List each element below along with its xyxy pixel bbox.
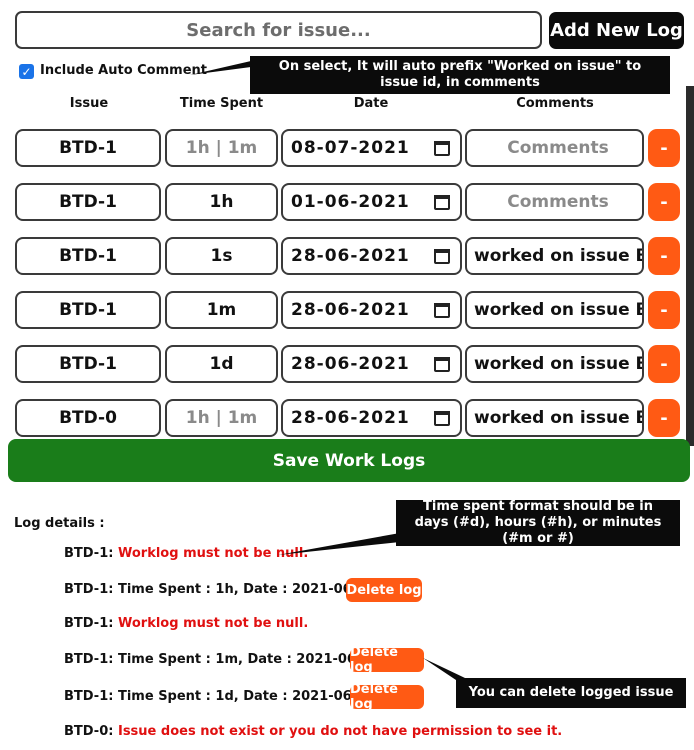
scrollbar[interactable] — [686, 86, 694, 446]
calendar-icon[interactable] — [434, 248, 450, 264]
log-entry: BTD-1: Worklog must not be null. — [64, 546, 308, 561]
time-spent-input[interactable]: 1h — [165, 183, 278, 221]
date-input[interactable]: 28-06-2021 — [281, 399, 462, 437]
comment-input[interactable]: worked on issue BTD — [465, 399, 644, 437]
tooltip-delete-hint: You can delete logged issue — [456, 678, 686, 708]
log-error-message: Issue does not exist or you do not have … — [117, 724, 563, 739]
date-input[interactable]: 28-06-2021 — [281, 237, 462, 275]
comment-input[interactable]: Comments — [465, 129, 644, 167]
date-value: 28-06-2021 — [291, 408, 410, 428]
date-value: 08-07-2021 — [291, 138, 410, 158]
issue-input[interactable]: BTD-1 — [15, 129, 161, 167]
date-value: 28-06-2021 — [291, 246, 410, 266]
issue-input[interactable]: BTD-0 — [15, 399, 161, 437]
log-entry: BTD-1: Time Spent : 1h, Date : 2021-06-0… — [64, 582, 375, 597]
calendar-icon[interactable] — [434, 194, 450, 210]
log-entry: BTD-1: Time Spent : 1d, Date : 2021-06-2… — [64, 689, 375, 704]
time-spent-input[interactable]: 1h | 1m — [165, 129, 278, 167]
time-spent-input[interactable]: 1s — [165, 237, 278, 275]
log-success-message: Time Spent : 1m, Date : 2021-06-28 — [117, 652, 380, 667]
date-input[interactable]: 28-06-2021 — [281, 291, 462, 329]
issue-input[interactable]: BTD-1 — [15, 291, 161, 329]
log-success-message: Time Spent : 1d, Date : 2021-06-28 — [117, 689, 376, 704]
log-entry: BTD-1: Time Spent : 1m, Date : 2021-06-2… — [64, 652, 379, 667]
header-issue: Issue — [69, 96, 109, 111]
header-time-spent: Time Spent — [179, 96, 264, 111]
include-auto-comment-checkbox[interactable]: ✓ — [19, 64, 34, 79]
save-work-logs-button[interactable]: Save Work Logs — [8, 439, 690, 482]
issue-input[interactable]: BTD-1 — [15, 237, 161, 275]
remove-row-button[interactable]: - — [648, 291, 680, 329]
log-entry: BTD-1: Worklog must not be null. — [64, 616, 308, 631]
include-auto-comment-label: Include Auto Comment — [40, 63, 207, 78]
log-issue-id: BTD-1: — [64, 582, 114, 597]
date-input[interactable]: 08-07-2021 — [281, 129, 462, 167]
date-value: 01-06-2021 — [291, 192, 410, 212]
remove-row-button[interactable]: - — [648, 129, 680, 167]
remove-row-button[interactable]: - — [648, 345, 680, 383]
log-success-message: Time Spent : 1h, Date : 2021-06-01 — [117, 582, 376, 597]
comment-input[interactable]: worked on issue BTD — [465, 291, 644, 329]
time-spent-input[interactable]: 1h | 1m — [165, 399, 278, 437]
calendar-icon[interactable] — [434, 140, 450, 156]
delete-log-button[interactable]: Delete log — [350, 682, 424, 712]
comment-input[interactable]: worked on issue BTD — [465, 345, 644, 383]
issue-input[interactable]: BTD-1 — [15, 183, 161, 221]
calendar-icon[interactable] — [434, 302, 450, 318]
log-issue-id: BTD-1: — [64, 546, 114, 561]
tooltip-auto-prefix: On select, It will auto prefix "Worked o… — [250, 56, 670, 94]
check-icon: ✓ — [21, 64, 32, 79]
time-spent-input[interactable]: 1m — [165, 291, 278, 329]
calendar-icon[interactable] — [434, 356, 450, 372]
log-issue-id: BTD-1: — [64, 652, 114, 667]
add-new-log-button[interactable]: Add New Log — [549, 12, 684, 49]
comment-input[interactable]: worked on issue BTD — [465, 237, 644, 275]
tooltip-time-format: Time spent format should be in days (#d)… — [396, 499, 680, 546]
date-input[interactable]: 28-06-2021 — [281, 345, 462, 383]
comment-input[interactable]: Comments — [465, 183, 644, 221]
time-spent-input[interactable]: 1d — [165, 345, 278, 383]
date-input[interactable]: 01-06-2021 — [281, 183, 462, 221]
header-comments: Comments — [516, 96, 594, 111]
log-issue-id: BTD-0: — [64, 724, 114, 739]
delete-log-button[interactable]: Delete log — [350, 645, 424, 675]
log-issue-id: BTD-1: — [64, 616, 114, 631]
header-date: Date — [353, 96, 389, 111]
calendar-icon[interactable] — [434, 410, 450, 426]
tooltip-pointer — [278, 533, 400, 555]
remove-row-button[interactable]: - — [648, 237, 680, 275]
remove-row-button[interactable]: - — [648, 399, 680, 437]
log-issue-id: BTD-1: — [64, 689, 114, 704]
remove-row-button[interactable]: - — [648, 183, 680, 221]
log-details-title: Log details : — [14, 516, 105, 531]
date-value: 28-06-2021 — [291, 354, 410, 374]
issue-input[interactable]: BTD-1 — [15, 345, 161, 383]
delete-log-button[interactable]: Delete log — [346, 578, 422, 602]
log-error-message: Worklog must not be null. — [117, 616, 309, 631]
log-entry: BTD-0: Issue does not exist or you do no… — [64, 724, 562, 739]
date-value: 28-06-2021 — [291, 300, 410, 320]
search-input[interactable]: Search for issue... — [15, 11, 542, 49]
